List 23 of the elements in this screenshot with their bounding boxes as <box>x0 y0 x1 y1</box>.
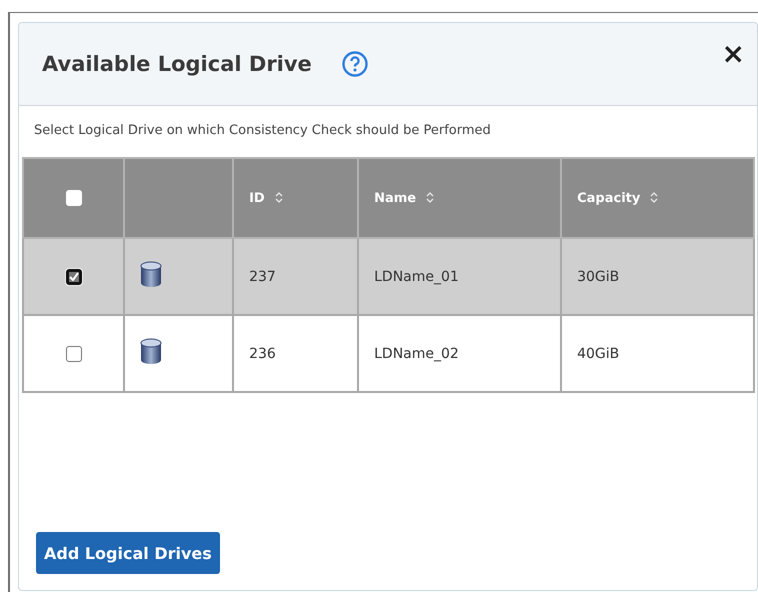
sort-icon[interactable] <box>274 191 283 204</box>
close-button[interactable]: × <box>722 37 745 70</box>
table-cell: 40GiB <box>561 315 754 392</box>
help-icon[interactable] <box>342 51 368 77</box>
instruction-text: Select Logical Drive on which Consistency Check should be Performed <box>33 122 492 140</box>
database-icon <box>140 338 162 366</box>
dialog-title: Available Logical Drive <box>42 52 312 76</box>
sort-icon[interactable] <box>426 191 434 204</box>
column-header[interactable]: ID <box>233 158 358 238</box>
table-cell: 236 <box>233 315 358 392</box>
checkbox[interactable] <box>66 346 82 362</box>
checkbox[interactable] <box>66 190 82 206</box>
table-cell: LDName_02 <box>358 315 562 392</box>
column-header[interactable]: Name <box>358 158 562 238</box>
table-cell: LDName_01 <box>358 238 562 315</box>
checkmark-icon <box>68 272 78 281</box>
table-cell: 237 <box>233 238 358 315</box>
add-logical-drives-button[interactable]: Add Logical Drives <box>36 532 220 574</box>
sort-icon[interactable] <box>650 191 658 204</box>
checkbox[interactable] <box>66 268 82 284</box>
table-cell: 30GiB <box>561 238 754 315</box>
database-icon <box>140 260 162 288</box>
column-header[interactable]: Capacity <box>561 158 754 238</box>
